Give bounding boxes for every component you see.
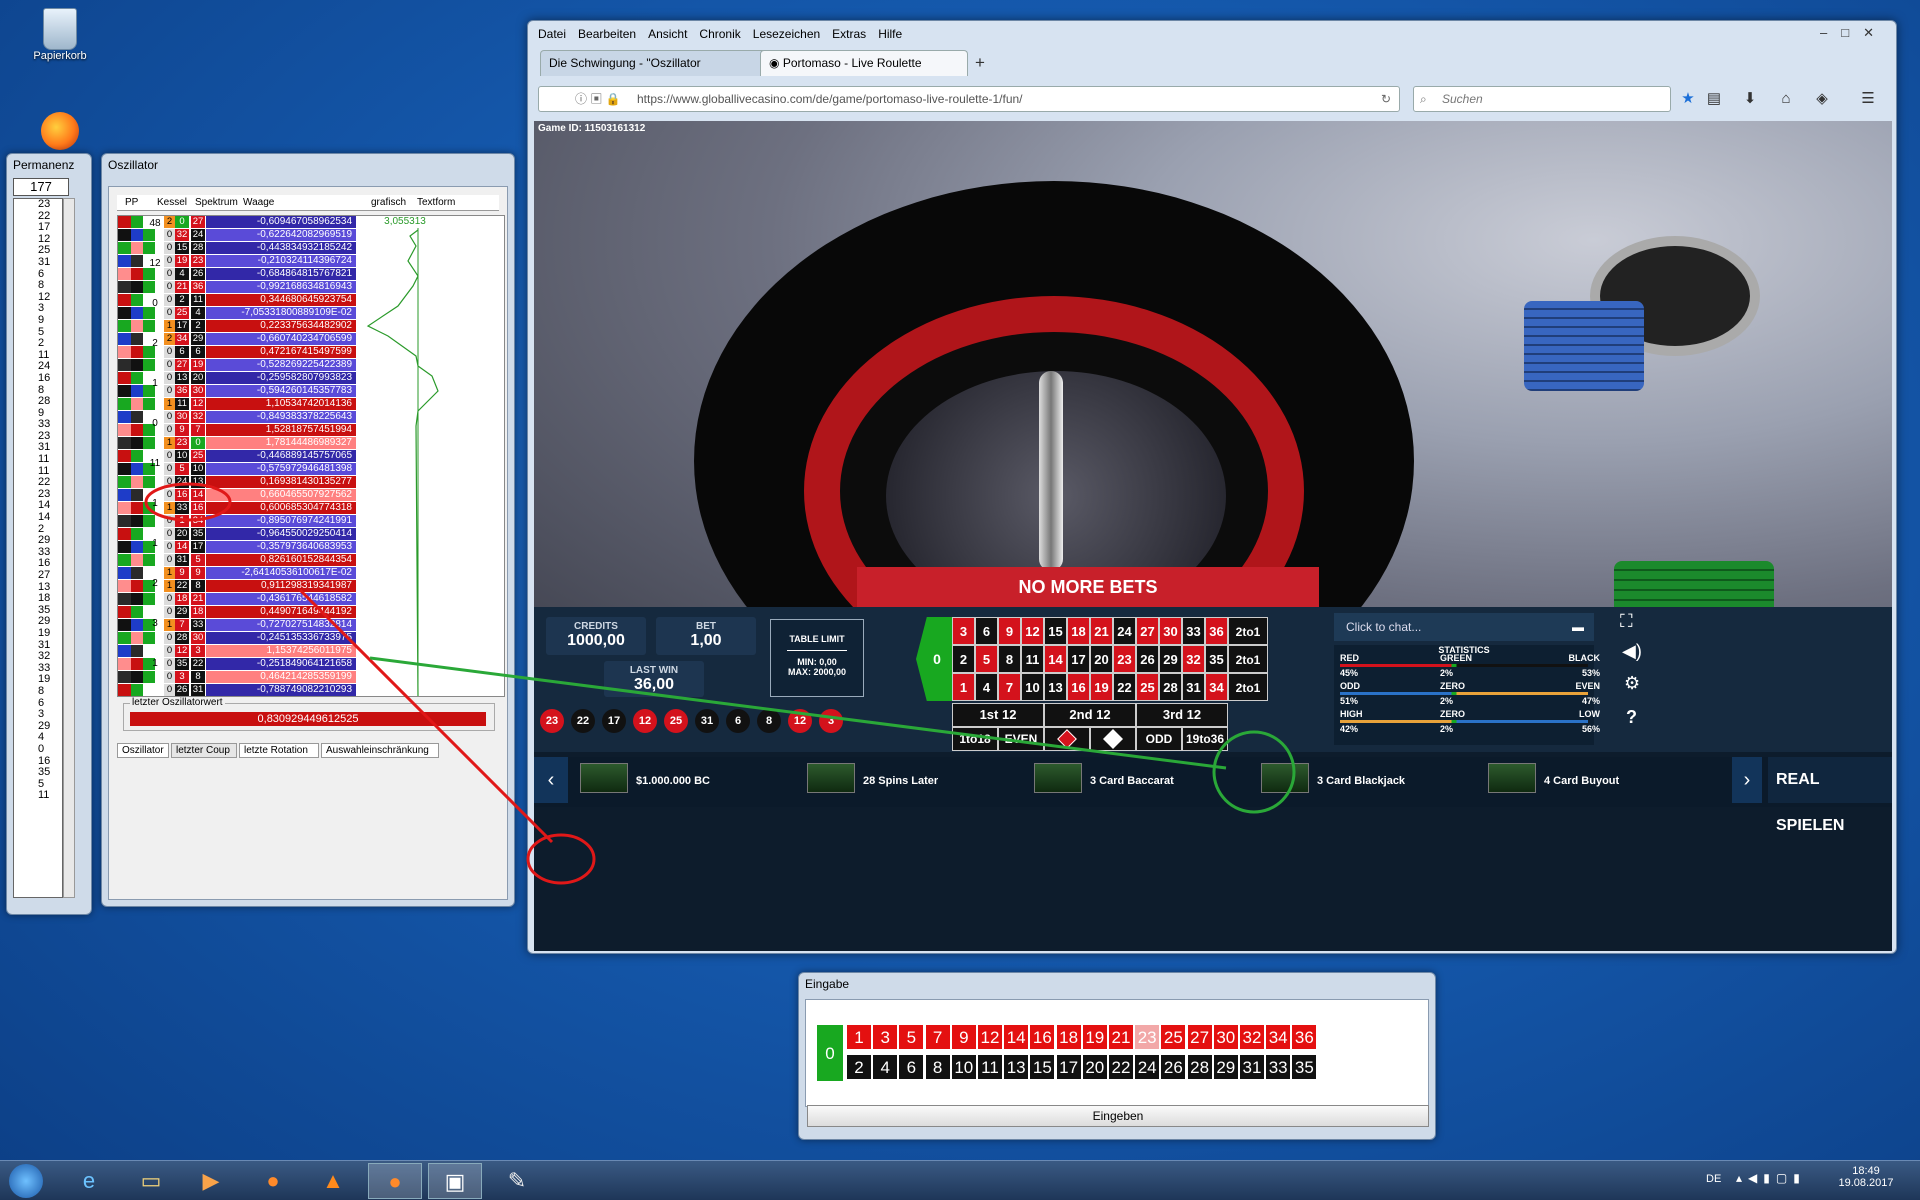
taskbar: e ▭ ▶ ● ▲ ● ▣ ✎ DE ▴◀▮▢▮ 18:49 19.08.201… <box>0 1160 1920 1200</box>
clock-time: 18:49 <box>1852 1165 1880 1177</box>
explorer-icon[interactable]: ▭ <box>124 1163 178 1199</box>
red-circle-history <box>526 833 596 885</box>
clock-date: 19.08.2017 <box>1838 1177 1894 1189</box>
vlc-icon[interactable]: ▲ <box>306 1163 360 1199</box>
annotation-overlay <box>144 482 1296 885</box>
tray-icons[interactable]: ▴◀▮▢▮ <box>1736 1171 1806 1185</box>
red-line <box>298 588 554 844</box>
ie-icon[interactable]: e <box>62 1163 116 1199</box>
green-line <box>369 656 1227 770</box>
language-indicator[interactable]: DE <box>1706 1173 1721 1185</box>
red-circle-oszillator <box>144 482 232 522</box>
start-button[interactable] <box>0 1163 52 1199</box>
media-player-icon[interactable]: ▶ <box>184 1163 238 1199</box>
clock[interactable]: 18:49 19.08.2017 <box>1836 1165 1896 1189</box>
green-circle-table <box>1212 730 1296 814</box>
firefox-taskbar-icon[interactable]: ● <box>246 1163 300 1199</box>
firefox-active-icon[interactable]: ● <box>368 1163 422 1199</box>
paint-icon[interactable]: ✎ <box>490 1163 544 1199</box>
roulette-app-icon[interactable]: ▣ <box>428 1163 482 1199</box>
